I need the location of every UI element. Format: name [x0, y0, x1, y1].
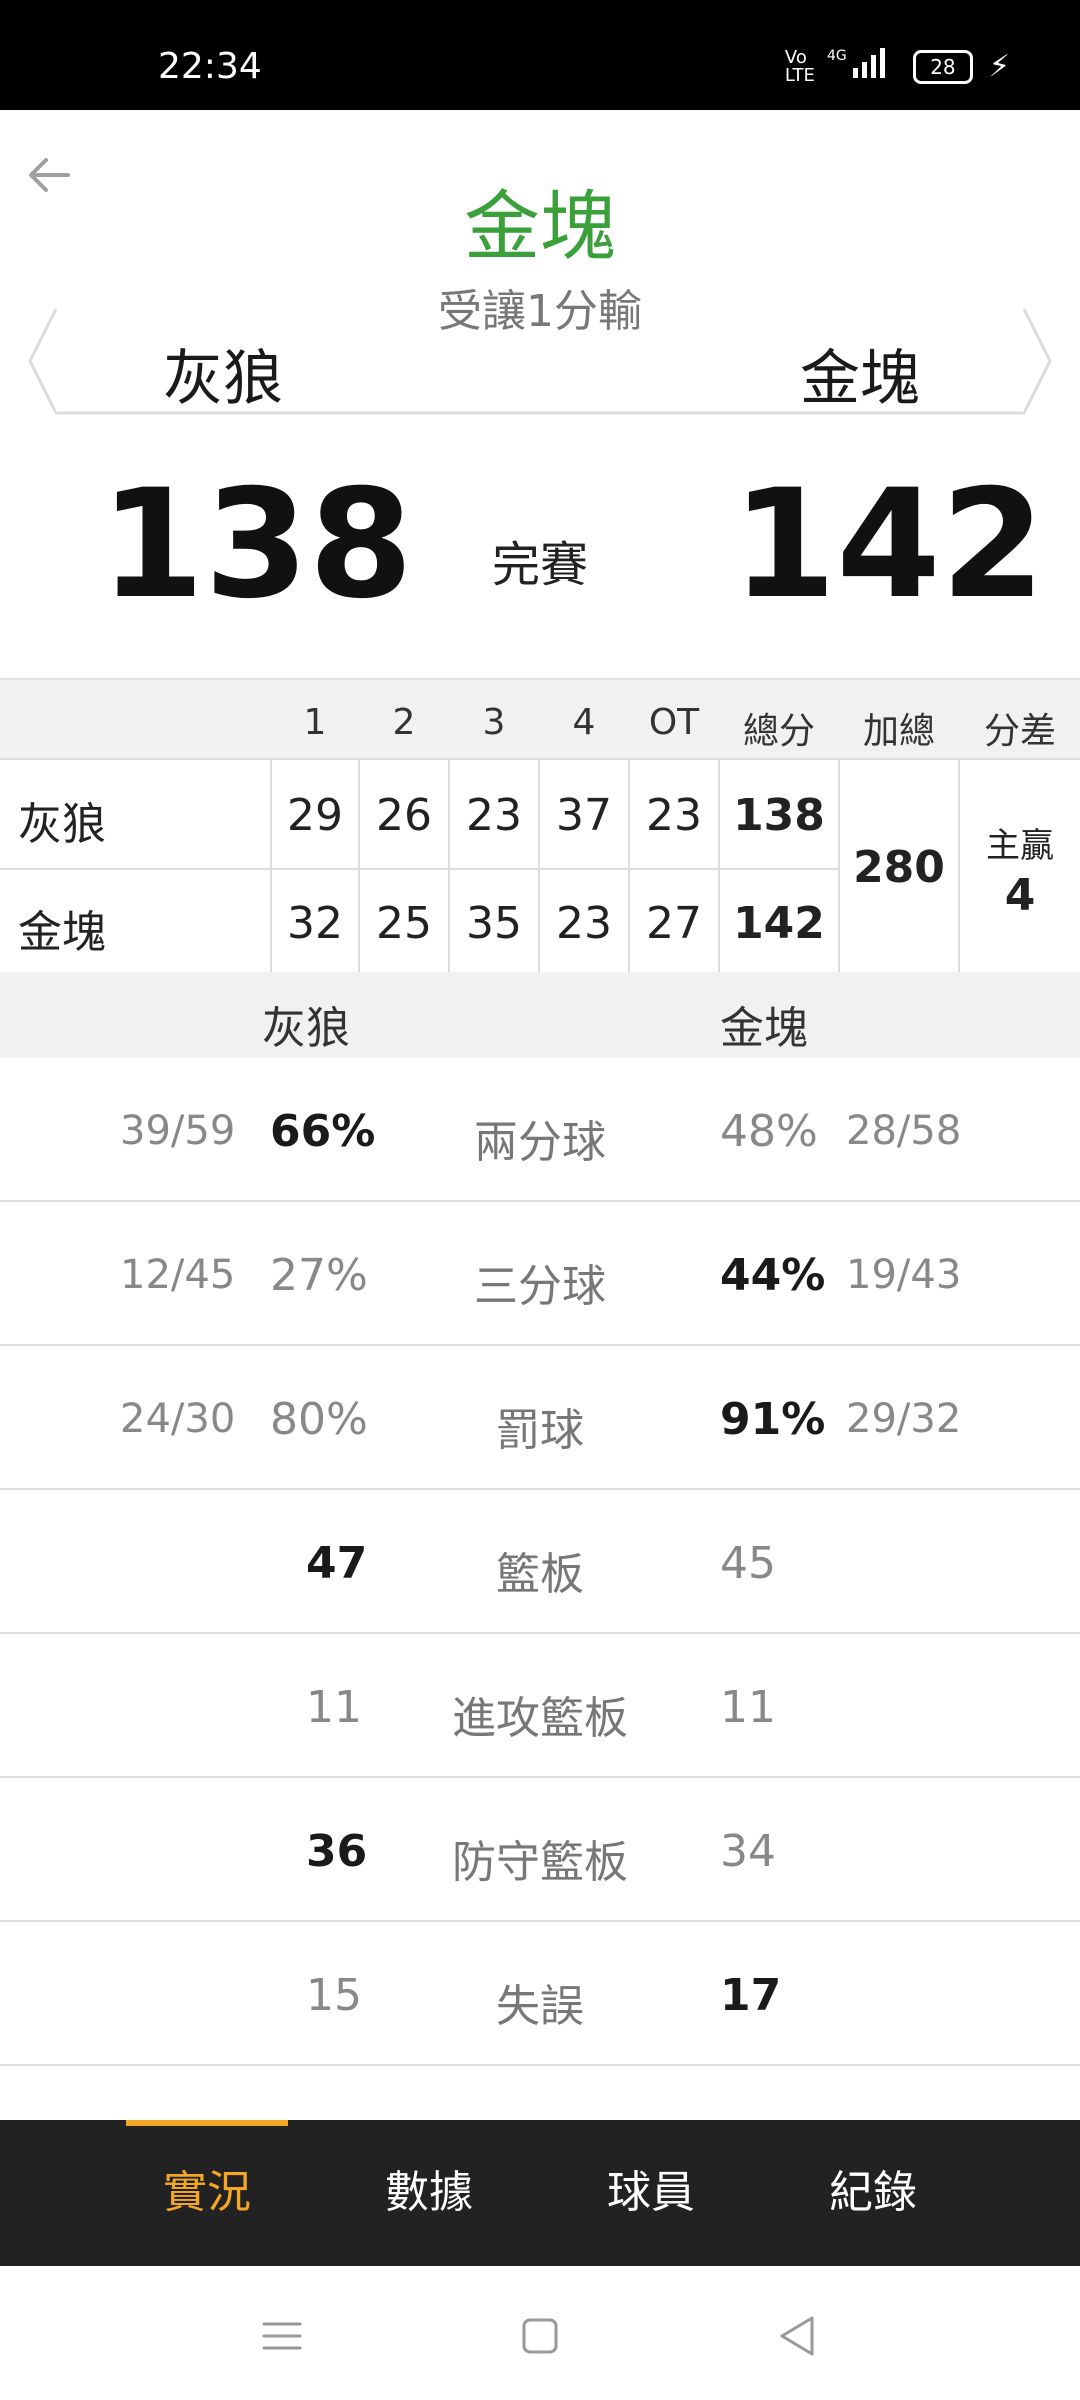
stats-team-away: 灰狼	[262, 1003, 350, 1054]
table-cell: 32	[287, 898, 343, 949]
header-ot: OT	[648, 702, 700, 743]
row-team-name: 金塊	[18, 907, 106, 958]
status-bar: 22:34 Vo LTE 4G 28 ⚡	[0, 0, 1080, 110]
header-q3: 3	[482, 702, 506, 743]
tab-players[interactable]: 球員	[541, 2120, 761, 2266]
signal-icon: 4G	[827, 46, 897, 87]
stat-right-pct: 48%	[720, 1106, 818, 1157]
header-diff: 分差	[983, 711, 1056, 752]
table-cell: 29	[287, 790, 343, 841]
quarter-table: 1 2 3 4 OT 總分 加總 分差 灰狼 29 26 23 37 23 13…	[0, 678, 1080, 979]
stat-right-pct: 91%	[720, 1394, 826, 1445]
tab-live[interactable]: 實況	[97, 2120, 317, 2266]
stat-row-partial	[0, 2066, 1080, 2120]
stat-label: 籃板	[496, 1549, 584, 1600]
back-triangle-icon[interactable]	[768, 2306, 828, 2366]
combined-total: 280	[853, 842, 945, 893]
stat-row-defensive-rebounds: 36 防守籃板 34	[0, 1778, 1080, 1922]
stat-right-value: 45	[720, 1538, 776, 1589]
table-cell: 27	[646, 898, 702, 949]
stats-team-home: 金塊	[720, 1003, 808, 1054]
table-cell: 23	[556, 898, 612, 949]
header-q4: 4	[572, 702, 596, 743]
home-icon[interactable]	[510, 2306, 570, 2366]
battery-icon: 28	[912, 49, 973, 84]
header-q2: 2	[392, 702, 416, 743]
status-icons: Vo LTE 4G 28 ⚡	[785, 46, 1010, 87]
header-sum: 加總	[862, 711, 935, 752]
table-cell: 23	[466, 790, 522, 841]
diff-value: 4	[1004, 870, 1036, 921]
tab-records[interactable]: 紀錄	[763, 2120, 983, 2266]
home-score: 142	[732, 458, 1046, 632]
menu-icon[interactable]	[252, 2306, 312, 2366]
charging-icon: ⚡	[988, 49, 1010, 84]
team-away-name: 灰狼	[163, 344, 283, 414]
table-cell: 23	[646, 790, 702, 841]
stat-right-value: 11	[720, 1682, 776, 1733]
header-q1: 1	[303, 702, 327, 743]
table-cell-total: 142	[733, 898, 825, 949]
stat-row-offensive-rebounds: 11 進攻籃板 11	[0, 1634, 1080, 1778]
team-home-name: 金塊	[800, 344, 920, 414]
header-total: 總分	[742, 711, 815, 752]
table-cell: 26	[376, 790, 432, 841]
stat-right-value: 34	[720, 1826, 776, 1877]
quarter-table-header: 1 2 3 4 OT 總分 加總 分差	[0, 678, 1080, 758]
row-team-name: 灰狼	[18, 799, 106, 850]
table-cell-total: 138	[733, 790, 825, 841]
stat-label: 防守籃板	[452, 1837, 628, 1888]
stat-row-two-pointers: 39/59 66% 兩分球 48% 28/58	[0, 1058, 1080, 1202]
stat-row-three-pointers: 12/45 27% 三分球 44% 19/43	[0, 1202, 1080, 1346]
bottom-tab-bar: 實況 數據 球員 紀錄	[0, 2120, 1080, 2266]
table-cell: 35	[466, 898, 522, 949]
svg-text:4G: 4G	[827, 48, 847, 64]
table-cell: 37	[556, 790, 612, 841]
stats-header: 灰狼 金塊	[0, 972, 1080, 1058]
tab-data[interactable]: 數據	[319, 2120, 539, 2266]
stat-right-value: 17	[720, 1970, 782, 2021]
stat-right-pct: 44%	[720, 1250, 826, 1301]
diff-label: 主贏	[986, 826, 1054, 866]
stat-right-ratio: 28/58	[846, 1108, 962, 1154]
stat-right-ratio: 19/43	[846, 1252, 962, 1298]
stat-label: 失誤	[496, 1981, 584, 2032]
stat-right-ratio: 29/32	[846, 1396, 962, 1442]
stat-label: 進攻籃板	[452, 1693, 628, 1744]
stat-row-turnovers: 15 失誤 17	[0, 1922, 1080, 2066]
stats-list[interactable]: 39/59 66% 兩分球 48% 28/58 12/45 27% 三分球 44…	[0, 1058, 1080, 2120]
page-title: 金塊	[464, 182, 616, 271]
quarter-table-body: 灰狼 29 26 23 37 23 138 金塊 32 25 35 23 27 …	[0, 758, 1080, 979]
status-time: 22:34	[158, 46, 262, 87]
table-cell: 25	[376, 898, 432, 949]
volte-icon: Vo LTE	[784, 46, 815, 86]
stat-row-free-throws: 24/30 80% 罰球 91% 29/32	[0, 1346, 1080, 1490]
system-nav-bar	[0, 2266, 1080, 2400]
stat-row-rebounds: 47 籃板 45	[0, 1490, 1080, 1634]
